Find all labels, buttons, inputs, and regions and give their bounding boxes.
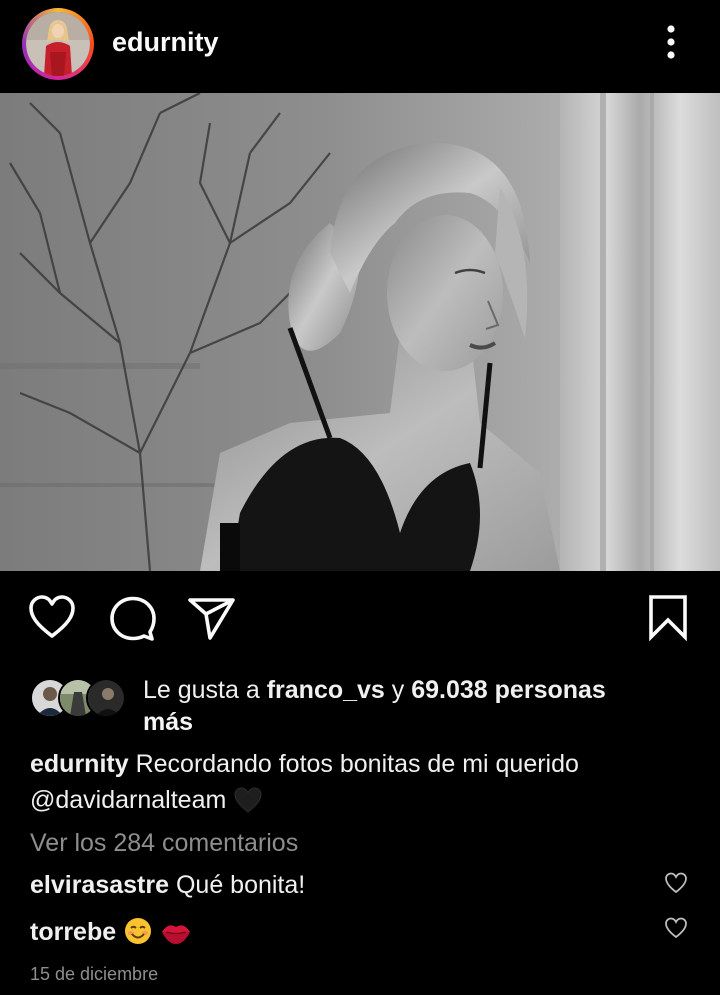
comment-item: elvirasastre Qué bonita! xyxy=(30,871,305,900)
smiling-face-emoji xyxy=(123,916,153,953)
heart-outline-icon xyxy=(29,595,75,638)
comment-like-button[interactable] xyxy=(664,916,688,940)
liker-avatar xyxy=(86,678,126,718)
more-options-button[interactable] xyxy=(656,22,686,62)
comment-item: torrebe xyxy=(30,916,192,953)
paper-plane-icon xyxy=(188,598,235,640)
likes-suffix[interactable]: más xyxy=(143,706,193,738)
likes-count[interactable]: 69.038 personas xyxy=(411,676,606,704)
post-photo[interactable] xyxy=(0,93,720,571)
share-button[interactable] xyxy=(186,592,238,644)
avatar-image xyxy=(26,12,90,76)
save-button[interactable] xyxy=(642,592,694,644)
comment-like-button[interactable] xyxy=(664,871,688,895)
bookmark-outline-icon xyxy=(649,595,687,642)
caption-text: Recordando fotos bonitas de mi querido xyxy=(135,750,579,778)
post-username[interactable]: edurnity xyxy=(112,27,219,58)
post-date: 15 de diciembre xyxy=(30,964,159,984)
caption-username[interactable]: edurnity xyxy=(30,750,129,778)
liker-avatars xyxy=(30,678,130,718)
post-actions xyxy=(0,592,720,652)
likes-prefix: Le gusta a xyxy=(143,676,267,704)
like-button[interactable] xyxy=(26,592,78,644)
profile-avatar[interactable] xyxy=(22,8,94,80)
post-header: edurnity xyxy=(0,0,720,90)
black-heart-emoji xyxy=(233,786,263,824)
likes-connector: y xyxy=(384,676,412,704)
likes-text: Le gusta a franco_vs y 69.038 personas xyxy=(143,674,683,706)
post-caption: edurnity Recordando fotos bonitas de mi … xyxy=(30,746,680,824)
comment-username[interactable]: elvirasastre xyxy=(30,871,169,899)
lips-kiss-emoji xyxy=(160,918,192,953)
comment-text: Qué bonita! xyxy=(175,871,306,899)
comment-button[interactable] xyxy=(106,592,158,644)
caption-mention-link[interactable]: @davidarnalteam xyxy=(30,786,226,814)
heart-outline-icon xyxy=(665,872,687,894)
view-all-comments-link[interactable]: Ver los 284 comentarios xyxy=(30,829,298,858)
vertical-ellipsis-icon xyxy=(667,25,675,59)
comment-bubble-icon xyxy=(110,596,156,641)
heart-outline-icon xyxy=(665,917,687,939)
comment-username[interactable]: torrebe xyxy=(30,918,116,946)
likes-user-link[interactable]: franco_vs xyxy=(267,676,385,704)
